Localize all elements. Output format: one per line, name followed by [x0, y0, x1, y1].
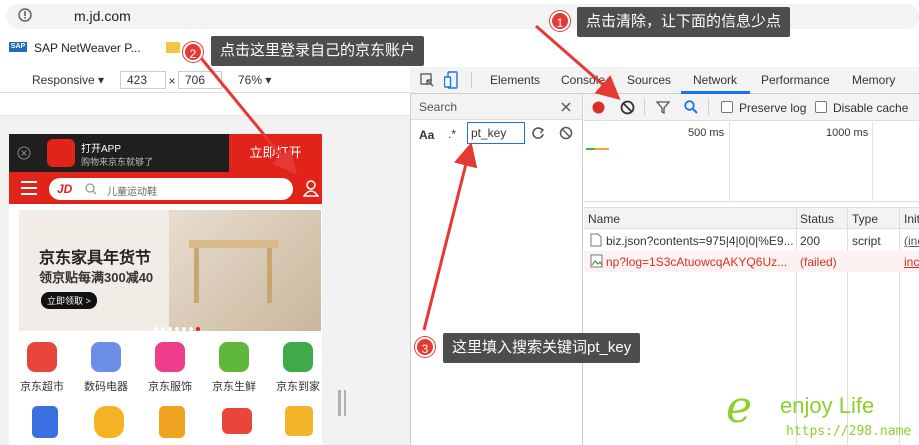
watermark-text: enjoy Life	[780, 393, 875, 418]
annotation-callout-2: 点击这里登录自己的京东账户	[211, 36, 425, 66]
watermark-url: https://298.name	[786, 424, 912, 439]
annotation-callout-3: 这里填入搜索关键词pt_key	[443, 333, 641, 363]
watermark-e: e	[726, 382, 753, 433]
annotation-callout-1: 点击清除，让下面的信息少点	[577, 7, 791, 37]
arrow-2	[199, 57, 297, 175]
annotation-badge-1: 1	[550, 11, 570, 31]
annotation-badge-2: 2	[183, 42, 203, 62]
annotation-arrows	[199, 24, 621, 331]
annotation-badge-3: 3	[415, 337, 435, 357]
arrow-3	[422, 142, 478, 331]
watermark: e enjoy Life https://298.name	[724, 382, 914, 443]
